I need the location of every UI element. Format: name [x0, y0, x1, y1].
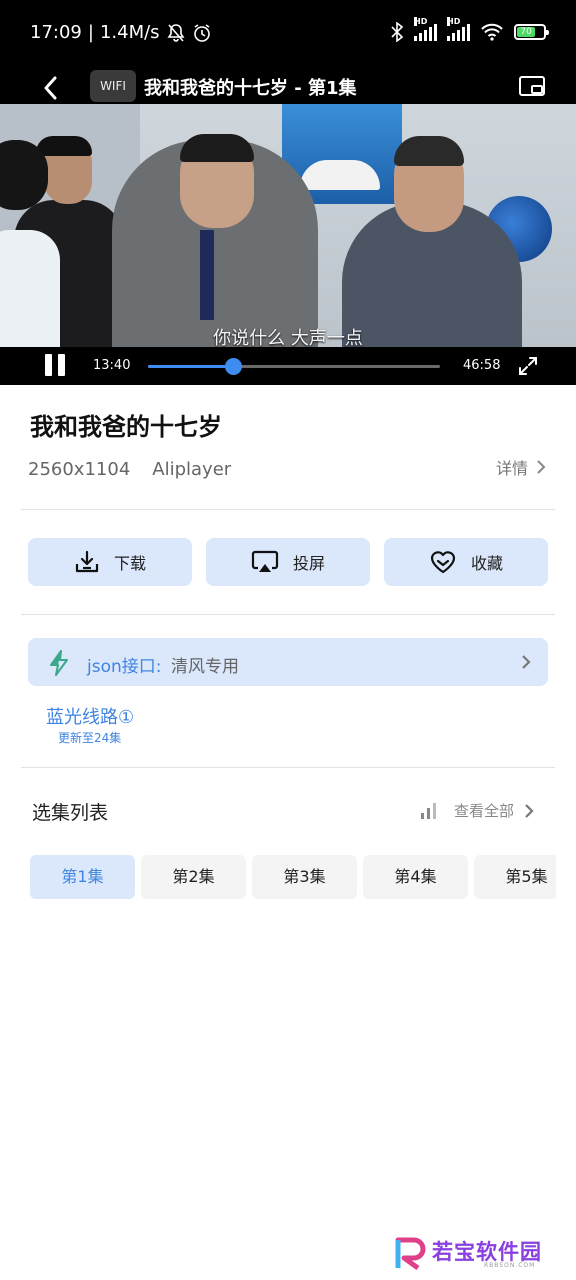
player-top-bar: WIFI 我和我爸的十七岁 - 第1集	[0, 68, 576, 104]
video-player[interactable]: WIFI 我和我爸的十七岁 - 第1集 你说什么 大声一点 13:40 46:5…	[0, 68, 576, 385]
episode-item[interactable]: 第4集	[363, 855, 468, 899]
divider	[21, 767, 555, 768]
video-meta: 2560x1104 Aliplayer	[28, 459, 231, 480]
pause-icon[interactable]	[44, 354, 66, 376]
chevron-right-icon	[525, 803, 534, 818]
chevron-right-icon	[522, 655, 531, 669]
separator: |	[87, 22, 94, 43]
source-value: 清风专用	[171, 657, 239, 677]
bluetooth-icon	[391, 22, 404, 42]
favorite-label: 收藏	[470, 554, 503, 573]
progress-bar[interactable]	[148, 358, 440, 375]
episode-item[interactable]: 第1集	[30, 855, 135, 899]
heart-icon	[430, 551, 456, 574]
download-button[interactable]: 下载	[28, 538, 192, 586]
total-time: 46:58	[463, 358, 501, 373]
divider	[21, 614, 555, 615]
episode-item[interactable]: 第5集	[474, 855, 556, 899]
video-title: 我和我爸的十七岁 - 第1集	[144, 78, 357, 99]
cast-button[interactable]: 投屏	[206, 538, 370, 586]
action-row: 下载 投屏 收藏	[28, 538, 548, 586]
episode-item[interactable]: 第2集	[141, 855, 246, 899]
status-bar: 17:09 | 1.4M/s HD HD 70	[0, 0, 576, 68]
signal-icon: HD	[414, 17, 437, 41]
bell-muted-icon	[167, 23, 185, 42]
status-left: 17:09 | 1.4M/s	[30, 22, 212, 43]
details-link[interactable]: 详情	[496, 455, 546, 479]
progress-thumb[interactable]	[224, 358, 242, 375]
line-update: 更新至24集	[58, 731, 122, 745]
view-all-episodes[interactable]: 查看全部	[420, 800, 534, 821]
cast-label: 投屏	[292, 554, 325, 573]
battery-icon: 70	[514, 24, 549, 40]
clock: 17:09	[30, 22, 82, 43]
download-label: 下载	[113, 554, 146, 573]
watermark: 若宝软件园 RBBSON.COM	[394, 1236, 558, 1272]
view-all-label: 查看全部	[453, 802, 514, 820]
line-name[interactable]: 蓝光线路①	[46, 703, 134, 729]
fullscreen-icon[interactable]	[518, 356, 538, 376]
wifi-icon	[481, 23, 503, 41]
signal-icon-2: HD	[447, 17, 470, 41]
episode-list-title: 选集列表	[32, 802, 109, 824]
player-controls: 13:40 46:58	[0, 347, 576, 385]
current-time: 13:40	[93, 358, 131, 373]
favorite-button[interactable]: 收藏	[384, 538, 548, 586]
episode-item[interactable]: 第3集	[252, 855, 357, 899]
network-chip: WIFI	[90, 70, 136, 102]
status-right: HD HD 70	[390, 17, 549, 42]
cast-icon	[251, 550, 279, 572]
battery-level: 70	[517, 27, 536, 37]
player-name: Aliplayer	[152, 459, 232, 480]
show-title: 我和我爸的十七岁	[30, 413, 222, 441]
source-label: json接口:	[87, 657, 162, 677]
source-selector[interactable]: json接口: 清风专用	[28, 638, 548, 686]
resolution: 2560x1104	[28, 459, 131, 480]
download-icon	[75, 550, 99, 573]
back-icon[interactable]	[36, 73, 66, 103]
episode-list: 第1集 第2集 第3集 第4集 第5集	[30, 855, 556, 899]
details-label: 详情	[495, 459, 528, 478]
progress-fill	[148, 365, 233, 368]
divider	[21, 509, 555, 510]
picture-in-picture-icon[interactable]	[518, 74, 546, 98]
alarm-icon	[193, 23, 210, 42]
lightning-icon	[50, 650, 68, 676]
watermark-sub: RBBSON.COM	[484, 1262, 536, 1269]
chevron-right-icon	[537, 460, 546, 474]
hd-badge-2: HD	[447, 17, 461, 26]
hd-badge: HD	[414, 17, 428, 26]
network-speed: 1.4M/s	[99, 22, 160, 43]
watermark-logo-icon	[395, 1237, 426, 1270]
sort-bars-icon[interactable]	[420, 802, 436, 819]
